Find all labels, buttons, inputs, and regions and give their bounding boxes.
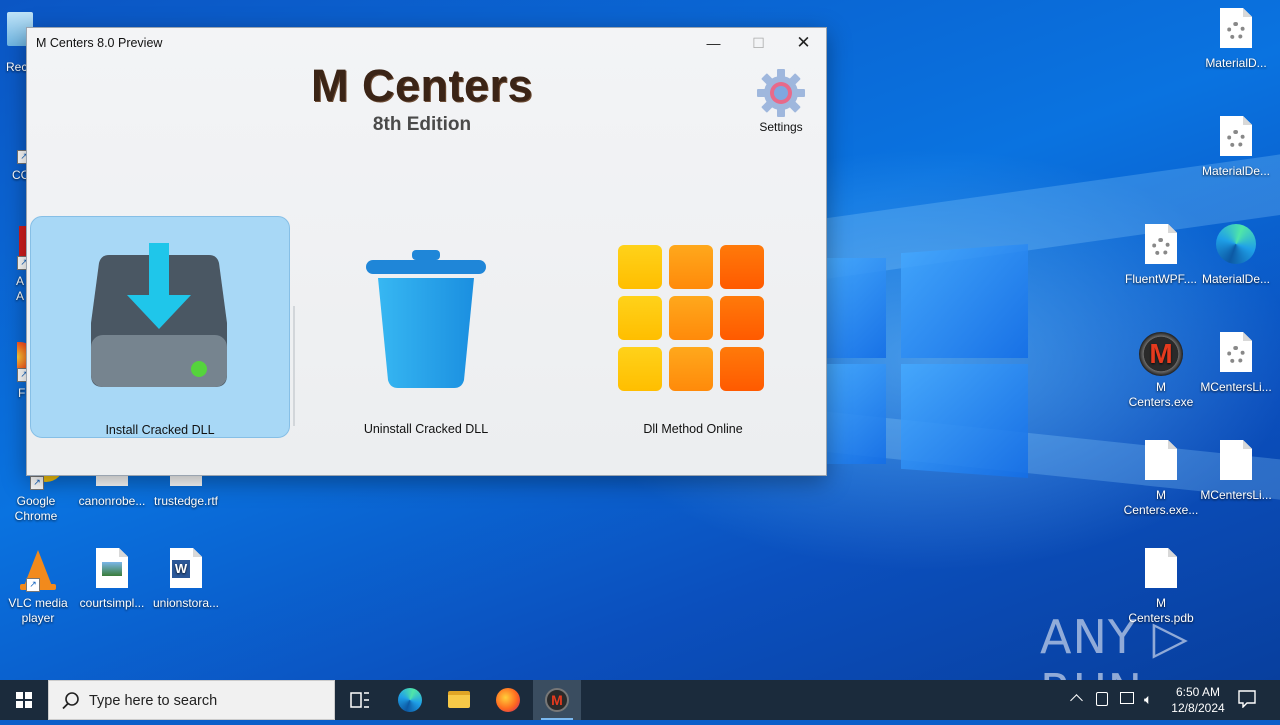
- dll-method-online-button[interactable]: Dll Method Online: [563, 216, 823, 438]
- shortcut-arrow-icon: ↗: [30, 476, 44, 490]
- image-file-icon: [92, 548, 132, 592]
- logo-pane: [826, 364, 886, 464]
- firefox-icon: [496, 688, 520, 712]
- desktop-icon-materialde-3[interactable]: MaterialDe...: [1198, 224, 1274, 287]
- desktop-icon-mcenters-exe[interactable]: M M Centers.exe: [1123, 332, 1199, 410]
- desktop: Rec ↗ CC ↗ A A ↗ F ↗ Google Chrome canon…: [0, 0, 1280, 680]
- trash-bin-icon: [364, 250, 488, 390]
- device-icon[interactable]: [1096, 692, 1108, 706]
- settings-label: Settings: [759, 120, 803, 134]
- dll-file-icon: [1216, 332, 1256, 376]
- anyrun-watermark: ANY ▷ RUN: [1040, 610, 1189, 680]
- task-view-button[interactable]: [336, 680, 384, 720]
- download-drive-icon: [91, 243, 227, 389]
- chevron-up-icon[interactable]: [1070, 694, 1083, 707]
- maximize-button[interactable]: ☐: [736, 28, 781, 58]
- taskbar: Type here to search M 🔈︎ 6:50 AM 12/8/20…: [0, 680, 1280, 720]
- taskbar-file-explorer[interactable]: [435, 680, 483, 720]
- logo-pane: [901, 244, 1028, 358]
- desktop-icon-mcenters-exe-config[interactable]: M Centers.exe...: [1123, 440, 1199, 518]
- mcenters-logo-icon: M: [1139, 332, 1183, 376]
- file-icon: [1216, 440, 1256, 484]
- file-icon: [1141, 548, 1181, 592]
- clock-date: 12/8/2024: [1171, 701, 1225, 715]
- taskbar-firefox[interactable]: [484, 680, 532, 720]
- desktop-icon-materialde-2[interactable]: MaterialDe...: [1198, 116, 1274, 179]
- notifications-button[interactable]: [1238, 690, 1256, 709]
- search-icon: [62, 692, 79, 710]
- tile-label: Uninstall Cracked DLL: [363, 422, 489, 436]
- taskbar-search-box[interactable]: Type here to search: [48, 680, 335, 720]
- gear-icon: [757, 68, 805, 117]
- word-doc-icon: W: [166, 548, 206, 592]
- app-edition: 8th Edition: [372, 114, 472, 135]
- search-placeholder: Type here to search: [89, 693, 218, 709]
- logo-pane: [826, 258, 886, 358]
- taskbar-edge[interactable]: [386, 680, 434, 720]
- brand-header: M Centers 8th Edition: [257, 60, 587, 136]
- tile-label: Dll Method Online: [643, 422, 743, 436]
- dll-file-icon: [1216, 116, 1256, 160]
- system-tray: 🔈︎ 6:50 AM 12/8/2024: [1062, 680, 1280, 720]
- clock-time: 6:50 AM: [1175, 685, 1221, 699]
- logo-pane: [901, 364, 1028, 478]
- desktop-icon-mcentersli-1[interactable]: MCentersLi...: [1198, 332, 1274, 395]
- volume-icon[interactable]: 🔈︎: [1144, 691, 1152, 708]
- app-window: M Centers 8.0 Preview — ☐ ✕ M Centers 8t…: [26, 27, 827, 476]
- grid-apps-icon: [618, 245, 766, 393]
- minimize-button[interactable]: —: [691, 28, 736, 58]
- file-icon: [1141, 440, 1181, 484]
- edge-icon: [1216, 224, 1256, 268]
- edge-icon: [398, 688, 422, 712]
- divider: [293, 306, 295, 426]
- desktop-icon-vlc[interactable]: ↗ VLC media player: [0, 548, 76, 626]
- desktop-icon-materiald-1[interactable]: MaterialD...: [1198, 8, 1274, 71]
- close-button[interactable]: ✕: [781, 28, 826, 58]
- vlc-icon: ↗: [18, 548, 58, 592]
- desktop-icon-mcentersli-2[interactable]: MCentersLi...: [1198, 440, 1274, 503]
- task-view-icon: [350, 692, 369, 708]
- network-icon[interactable]: [1120, 692, 1134, 704]
- window-title: M Centers 8.0 Preview: [36, 36, 163, 50]
- taskbar-m-centers[interactable]: M: [533, 680, 581, 720]
- desktop-icon-fluentwpf[interactable]: FluentWPF....: [1123, 224, 1199, 287]
- dll-file-icon: [1216, 8, 1256, 52]
- uninstall-cracked-dll-button[interactable]: Uninstall Cracked DLL: [296, 216, 556, 438]
- notification-icon: [1238, 690, 1256, 709]
- windows-logo-icon: [16, 692, 32, 708]
- desktop-icon-courtsimpl[interactable]: courtsimpl...: [74, 548, 150, 611]
- mcenters-logo-icon: M: [545, 688, 569, 712]
- folder-icon: [448, 691, 470, 708]
- title-bar[interactable]: M Centers 8.0 Preview — ☐ ✕: [27, 28, 826, 58]
- settings-button[interactable]: Settings: [753, 68, 809, 134]
- install-cracked-dll-button[interactable]: Install Cracked DLL: [30, 216, 290, 438]
- clock[interactable]: 6:50 AM 12/8/2024: [1168, 684, 1228, 716]
- shortcut-arrow-icon: ↗: [26, 578, 40, 592]
- dll-file-icon: [1141, 224, 1181, 268]
- tile-label: Install Cracked DLL: [105, 423, 215, 437]
- start-button[interactable]: [0, 680, 48, 720]
- desktop-icon-unionstora[interactable]: W unionstora...: [148, 548, 224, 611]
- app-title: M Centers: [310, 60, 534, 111]
